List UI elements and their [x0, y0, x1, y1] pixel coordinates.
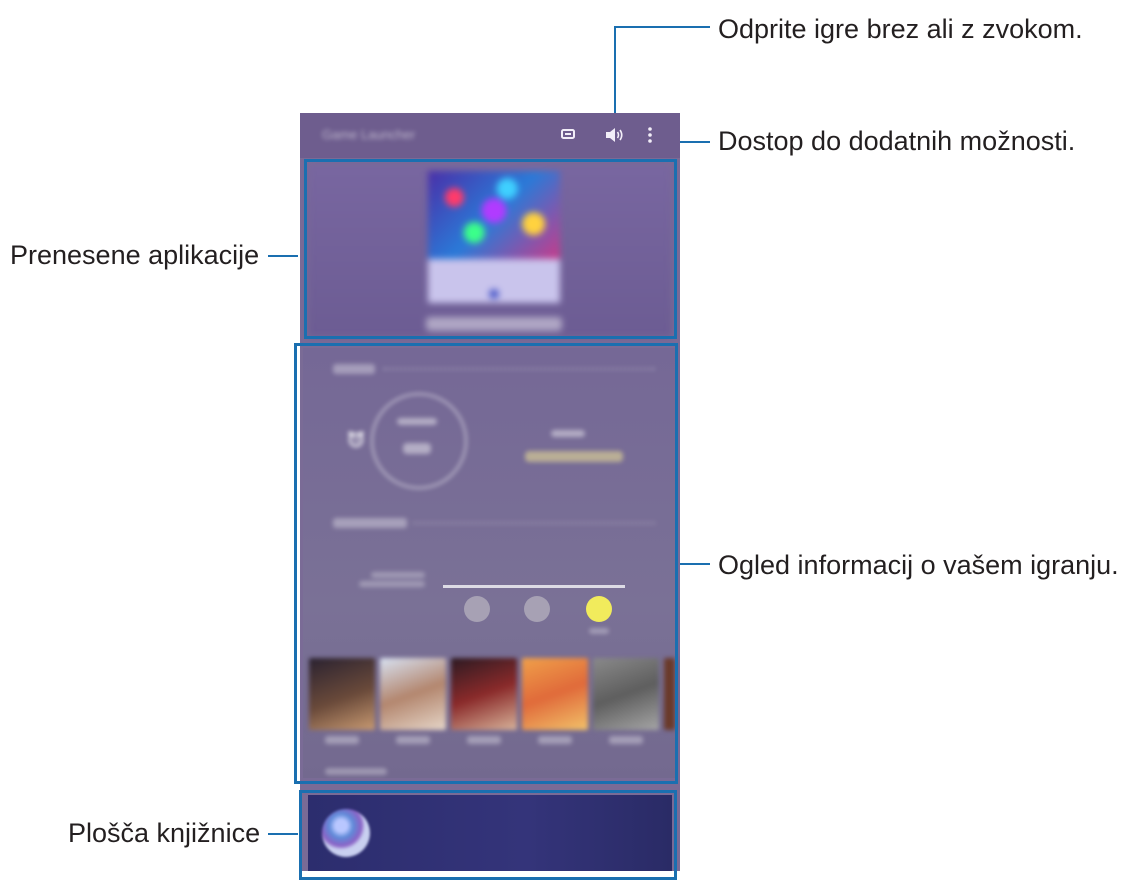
highlight-downloaded-apps	[304, 159, 677, 339]
callout-sound: Odprite igre brez ali z zvokom.	[718, 14, 1083, 44]
chat-icon[interactable]	[556, 124, 580, 146]
highlight-play-info	[294, 343, 678, 784]
top-bar: Game Launcher	[300, 113, 680, 158]
callout-more-options: Dostop do dodatnih možnosti.	[718, 126, 1076, 156]
callout-play-info: Ogled informacij o vašem igranju.	[718, 550, 1119, 580]
callout-downloaded-apps: Prenesene aplikacije	[10, 240, 260, 270]
sound-icon[interactable]	[602, 124, 626, 146]
leader-library-panel	[268, 833, 298, 835]
more-options-icon[interactable]	[638, 124, 662, 146]
callout-library-panel: Plošča knjižnice	[68, 818, 261, 848]
app-title: Game Launcher	[322, 127, 416, 142]
leader-play-info	[680, 563, 710, 565]
leader-downloaded-apps	[268, 255, 298, 257]
leader-sound-horizontal	[614, 26, 710, 28]
highlight-library-panel	[299, 790, 677, 880]
